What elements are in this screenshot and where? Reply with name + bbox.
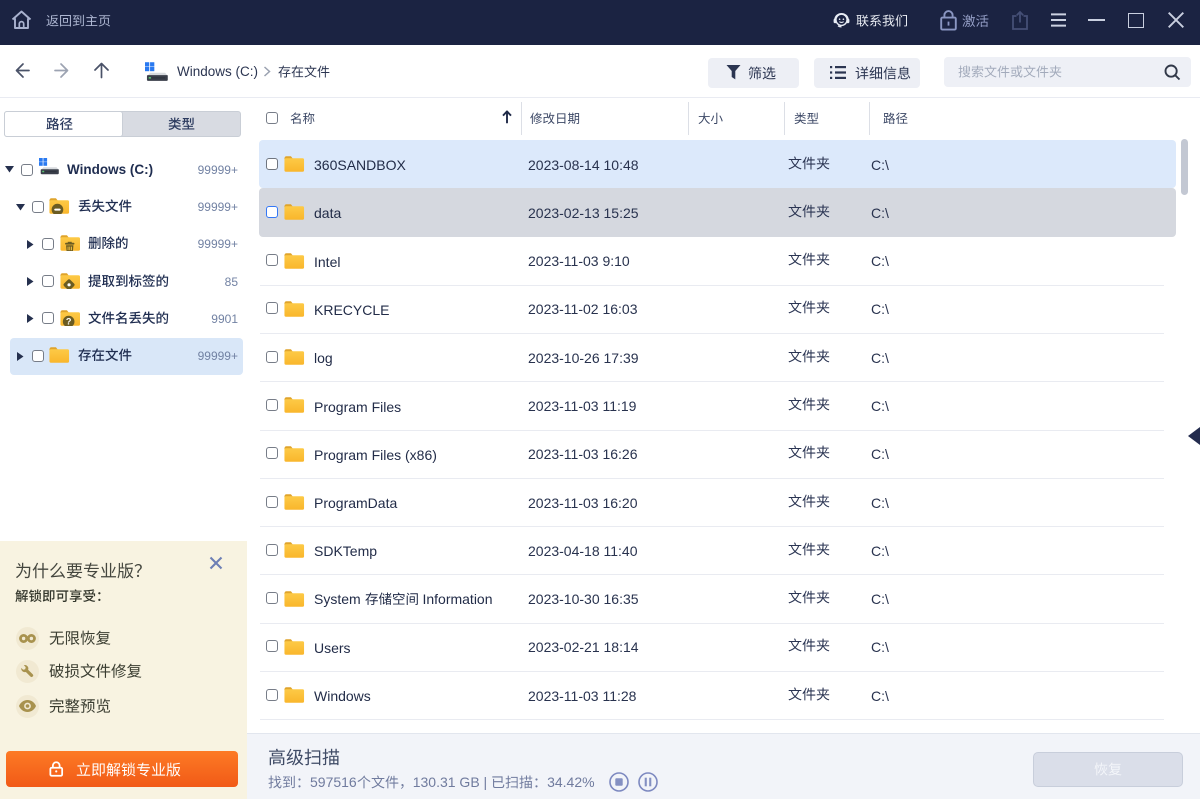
svg-text:?: ? — [66, 316, 72, 325]
